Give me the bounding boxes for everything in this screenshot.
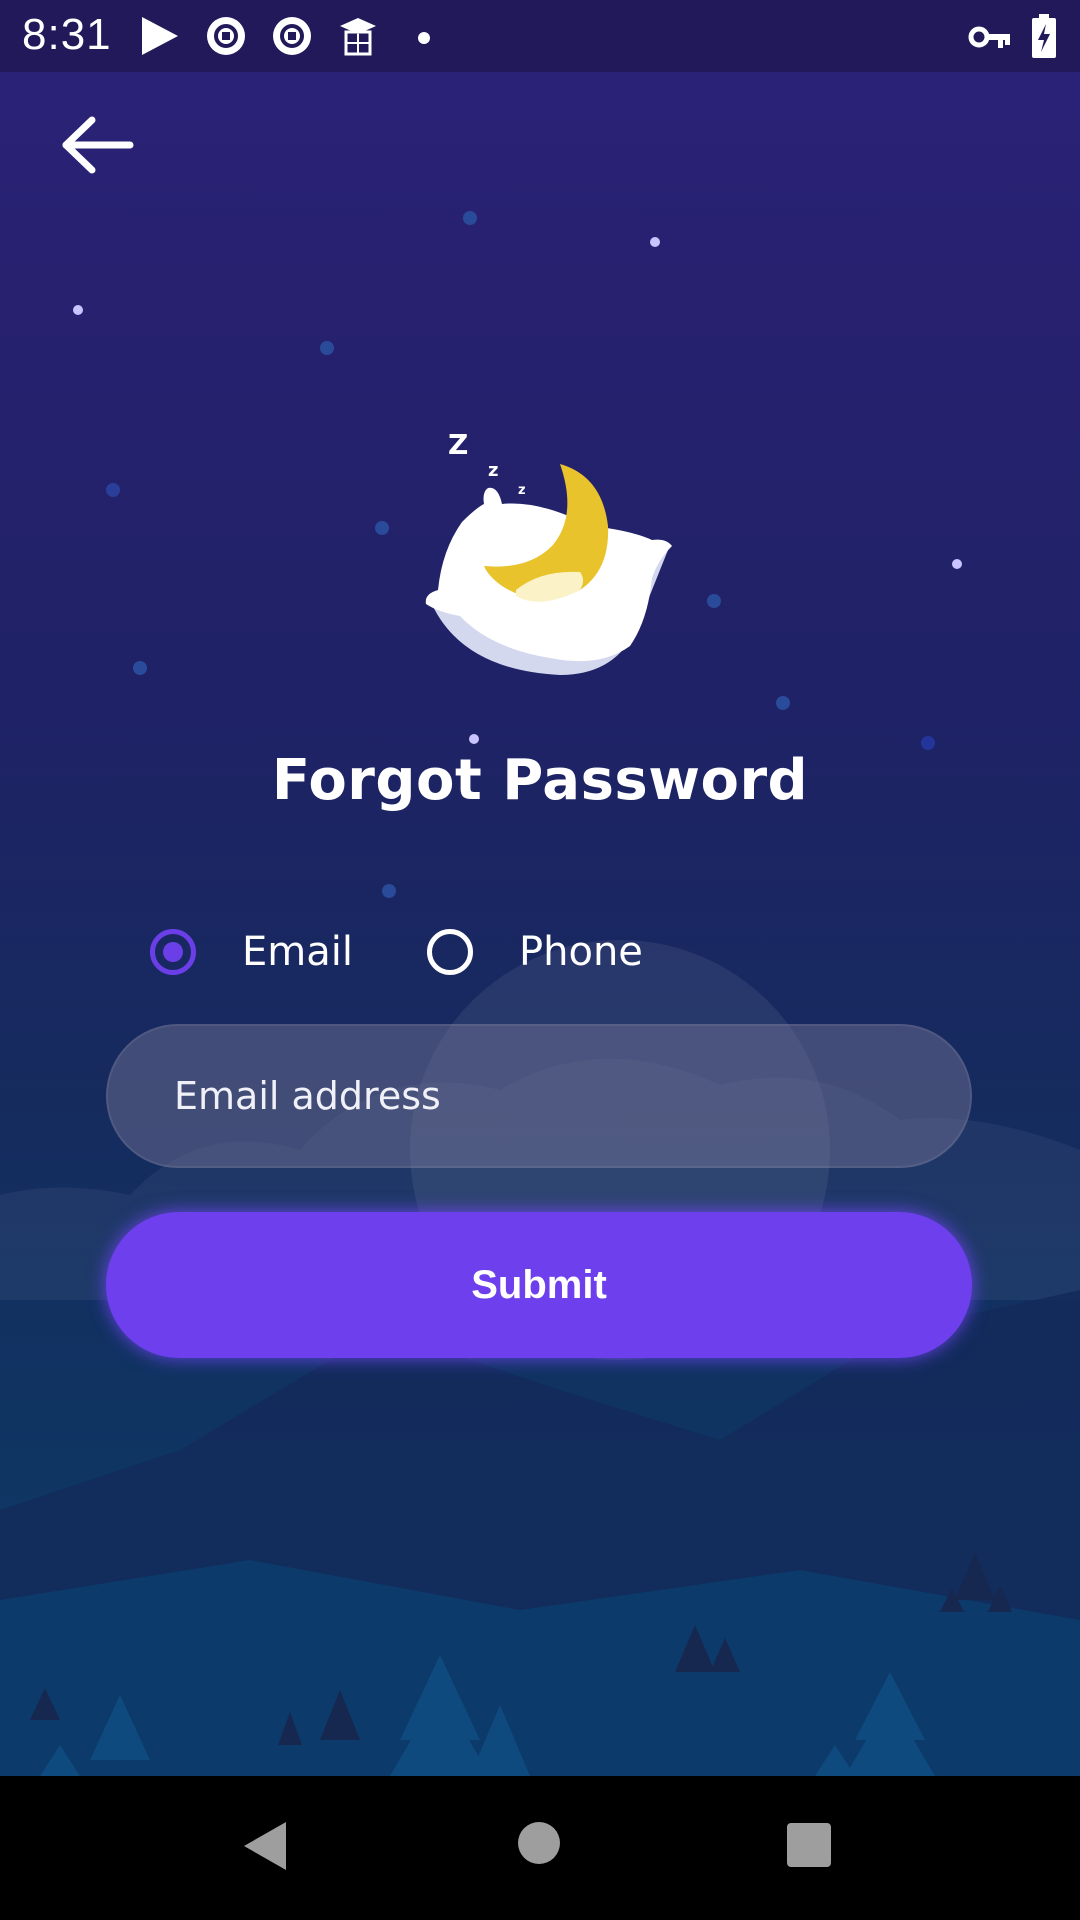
app-screen: 8:31 Z z z Forgot Password Email Phone E… [0, 0, 1080, 1776]
zzz-medium: z [488, 460, 498, 481]
back-button[interactable] [60, 112, 140, 178]
play-store-icon [142, 17, 178, 55]
sync-app-icon [273, 17, 311, 55]
sync-app-icon [207, 17, 245, 55]
status-bar: 8:31 [0, 0, 1080, 72]
graduation-cap-icon [340, 18, 376, 56]
radio-button-unselected[interactable] [427, 929, 473, 975]
zzz-large: Z [448, 428, 468, 461]
page-title: Forgot Password [271, 748, 809, 813]
recents-square-icon[interactable] [786, 1822, 832, 1868]
radio-option-phone[interactable]: Phone [427, 920, 643, 984]
night-sky-background [0, 11, 1080, 1776]
radio-label-phone: Phone [519, 929, 643, 975]
navigation-bar [0, 1776, 1080, 1920]
home-circle-icon[interactable] [516, 1820, 562, 1866]
radio-button-selected[interactable] [150, 929, 196, 975]
email-address-input[interactable] [106, 1024, 972, 1168]
zzz-small: z [518, 483, 526, 498]
arrow-left-icon [62, 116, 134, 174]
status-time: 8:31 [22, 10, 112, 59]
back-triangle-icon[interactable] [240, 1818, 290, 1874]
submit-button[interactable]: Submit [106, 1212, 972, 1358]
notification-dot-icon [418, 32, 430, 44]
battery-charging-icon [1032, 14, 1056, 58]
vpn-key-icon [968, 26, 1010, 48]
radio-label-email: Email [242, 929, 353, 975]
radio-option-email[interactable]: Email [150, 920, 353, 984]
sleeping-moon-pillow-illustration: Z z z [425, 428, 672, 675]
